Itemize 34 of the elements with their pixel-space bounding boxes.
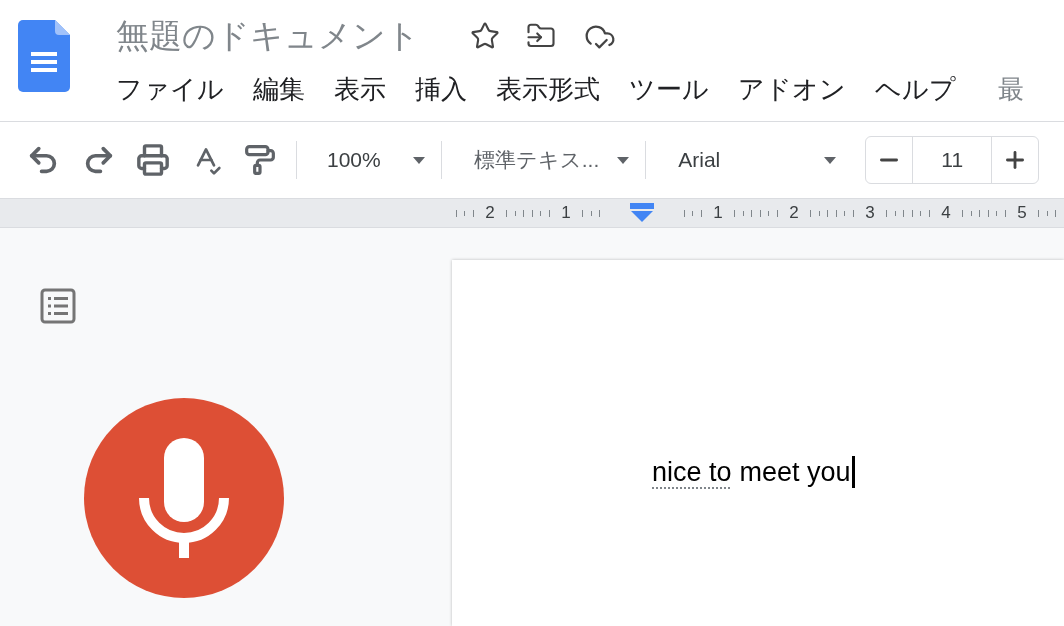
document-outline-icon[interactable] — [40, 288, 76, 324]
docs-logo-icon[interactable] — [18, 20, 70, 92]
menu-item[interactable]: 表示形式 — [496, 70, 600, 109]
menu-item[interactable]: ファイル — [116, 70, 224, 109]
dropdown-caret-icon — [617, 156, 630, 164]
font-dropdown[interactable]: Arial — [646, 144, 857, 176]
ruler-number: 2 — [485, 202, 495, 225]
document-page[interactable]: nice to meet you — [452, 260, 1064, 626]
misspelled-text: nice to — [652, 456, 732, 489]
zoom-dropdown[interactable]: 100% — [297, 144, 441, 176]
paint-format-icon[interactable] — [244, 144, 276, 176]
ruler-number: 5 — [1017, 202, 1027, 225]
dropdown-caret-icon — [412, 156, 425, 164]
menu-item[interactable]: 編集 — [253, 70, 305, 109]
ruler-number: 1 — [561, 202, 571, 225]
indent-marker-icon[interactable] — [630, 203, 654, 223]
style-dropdown[interactable]: 標準テキス... — [441, 144, 646, 176]
font-size-field[interactable]: 11 — [912, 137, 993, 183]
microphone-button[interactable] — [84, 398, 284, 598]
menu-item[interactable]: ヘルプ — [875, 70, 956, 109]
menu-item[interactable]: アドオン — [738, 70, 846, 109]
print-icon[interactable] — [136, 143, 170, 177]
menu-item[interactable]: 表示 — [334, 70, 386, 109]
document-text: meet you — [739, 456, 851, 489]
ruler-number: 4 — [941, 202, 951, 225]
ruler-number: 3 — [865, 202, 875, 225]
menu-item[interactable]: ツール — [629, 70, 709, 109]
menu-item[interactable]: 最 — [998, 70, 1024, 109]
dropdown-caret-icon — [824, 156, 837, 164]
star-icon[interactable] — [470, 21, 500, 51]
document-title[interactable]: 無題のドキュメント — [116, 11, 420, 61]
menu-item[interactable]: 挿入 — [415, 70, 467, 109]
ruler-number: 1 — [713, 202, 723, 225]
ruler-number: 2 — [789, 202, 799, 225]
